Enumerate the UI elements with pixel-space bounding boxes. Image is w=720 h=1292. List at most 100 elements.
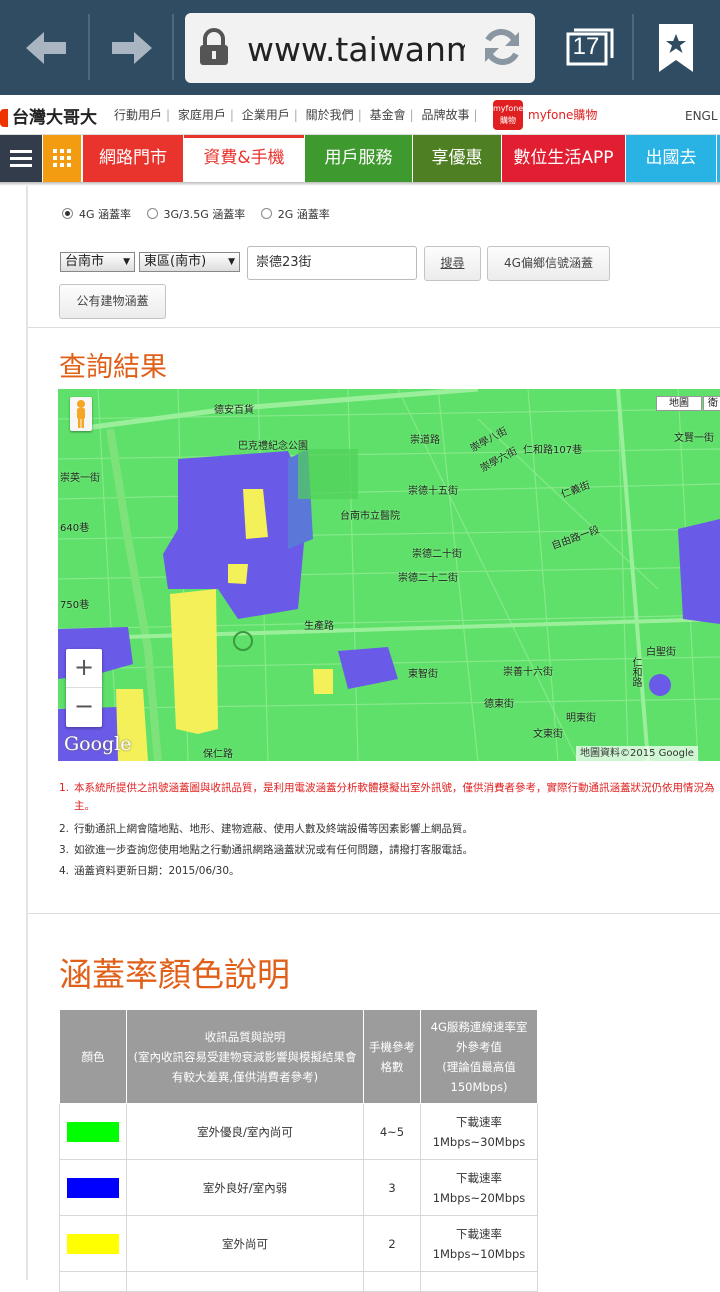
note-item: 1. 本系統所提供之訊號涵蓋圖與收訊品質，是利用電波涵蓋分析軟體模擬出室外訊號，僅… bbox=[59, 782, 715, 812]
forward-arrow-icon[interactable] bbox=[104, 20, 164, 76]
map-label: 仁和路 bbox=[630, 657, 641, 687]
tab-count: 17 bbox=[572, 33, 600, 60]
note-text: 本系統所提供之訊號涵蓋圖與收訊品質，是利用電波涵蓋分析軟體模擬出室外訊號，僅供消… bbox=[74, 782, 715, 812]
bookmark-icon[interactable] bbox=[655, 22, 697, 74]
language-link[interactable]: ENGL bbox=[685, 109, 718, 123]
map-label: 德東街 bbox=[484, 699, 514, 710]
top-link[interactable]: 家庭用戶 bbox=[178, 108, 226, 122]
map-label: 德安百貨 bbox=[214, 405, 254, 416]
address-bar[interactable]: www.taiwanmobile.com bbox=[185, 13, 535, 83]
map-label: 生產路 bbox=[304, 621, 334, 632]
rural-4g-button[interactable]: 4G偏鄉信號涵蓋 bbox=[487, 246, 610, 281]
speed-cell: 下載速率 1Mbps~10Mbps bbox=[420, 1215, 538, 1272]
district-value: 東區(南市) bbox=[144, 254, 207, 269]
note-item: 3. 如欲進一步查詢您使用地點之行動通訊網路涵蓋狀況或有任何問題，請撥打客服電話。 bbox=[59, 844, 473, 856]
map-credit[interactable]: 地圖資料©2015 Google bbox=[576, 746, 698, 761]
toolbar-divider bbox=[88, 14, 90, 80]
myfone-link[interactable]: myfone購物 bbox=[528, 106, 597, 123]
map-label: 崇英一街 bbox=[60, 473, 100, 484]
site-header: 台灣大哥大 行動用戶 | 家庭用戶 | 企業用戶 | 關於我們 | 基金會 | 品牌故事 | bbox=[0, 95, 720, 135]
nav-digital-app[interactable]: 數位生活APP bbox=[502, 135, 625, 182]
note-text: 涵蓋資料更新日期：2015/06/30。 bbox=[74, 865, 240, 877]
map-label: 文賢一街 bbox=[674, 433, 714, 444]
content-border bbox=[26, 186, 28, 1280]
top-link[interactable]: 品牌故事 bbox=[421, 108, 469, 122]
color-swatch bbox=[67, 1177, 119, 1198]
zoom-out-button[interactable]: − bbox=[66, 688, 102, 727]
note-text: 如欲進一步查詢您使用地點之行動通訊網路涵蓋狀況或有任何問題，請撥打客服電話。 bbox=[74, 844, 473, 856]
brand-logo[interactable]: 台灣大哥大 bbox=[0, 103, 97, 128]
top-link[interactable]: 關於我們 bbox=[306, 108, 354, 122]
radio-2g-label: 2G 涵蓋率 bbox=[277, 208, 330, 221]
street-input[interactable]: 崇德23街 bbox=[247, 246, 417, 280]
nav-plans-phones[interactable]: 資費&手機 bbox=[184, 135, 304, 182]
map-type-map-button[interactable]: 地圖 bbox=[656, 396, 702, 411]
google-logo[interactable]: Google bbox=[64, 733, 132, 755]
tabs-button[interactable]: 17 bbox=[560, 20, 620, 76]
top-link[interactable]: 基金會 bbox=[370, 108, 406, 122]
divider bbox=[28, 327, 720, 328]
radio-4g-label: 4G 涵蓋率 bbox=[79, 208, 132, 221]
note-text: 行動通訊上網會隨地點、地形、建物遮蔽、使用人數及終端設備等因素影響上網品質。 bbox=[74, 823, 473, 835]
column-header: 4G服務連線速率室外參考值 (理論值最高值150Mbps) bbox=[420, 1009, 538, 1104]
color-swatch bbox=[67, 1121, 119, 1142]
map-canvas bbox=[58, 389, 720, 761]
map-label: 仁和路107巷 bbox=[523, 445, 583, 456]
table-row bbox=[59, 1271, 538, 1292]
note-item: 2. 行動通訊上網會隨地點、地形、建物遮蔽、使用人數及終端設備等因素影響上網品質。 bbox=[59, 823, 473, 835]
radio-3g[interactable] bbox=[146, 208, 158, 219]
coverage-options: 4G 涵蓋率 3G/3.5G 涵蓋率 2G 涵蓋率 bbox=[62, 206, 342, 222]
color-legend-title: 涵蓋率顏色說明 bbox=[59, 955, 290, 994]
search-button[interactable]: 搜尋 bbox=[424, 246, 481, 281]
coverage-map[interactable]: 地圖 衛 德安百貨 巴克禮紀念公園 崇道路 崇學八街 崇學六街 仁和路107巷 … bbox=[58, 389, 720, 761]
quality-cell: 室外良好/室內弱 bbox=[126, 1159, 364, 1216]
radio-4g[interactable] bbox=[62, 208, 73, 219]
bars-cell: 2 bbox=[363, 1215, 421, 1272]
nav-user-service[interactable]: 用戶服務 bbox=[305, 135, 412, 182]
map-label: 文東街 bbox=[533, 729, 563, 740]
color-swatch bbox=[67, 1233, 119, 1254]
toolbar-divider bbox=[172, 14, 174, 80]
city-value: 台南市 bbox=[65, 254, 105, 269]
refresh-icon[interactable] bbox=[479, 24, 525, 70]
map-label: 崇道路 bbox=[410, 435, 440, 446]
radio-3g-label: 3G/3.5G 涵蓋率 bbox=[163, 208, 246, 221]
toolbar-divider bbox=[632, 14, 634, 80]
zoom-in-button[interactable]: + bbox=[66, 649, 102, 688]
top-link[interactable]: 行動用戶 bbox=[114, 108, 162, 122]
result-title: 查詢結果 bbox=[59, 352, 167, 383]
city-select[interactable]: 台南市 ▼ bbox=[60, 252, 135, 272]
top-links: 行動用戶 | 家庭用戶 | 企業用戶 | 關於我們 | 基金會 | 品牌故事 | bbox=[114, 108, 478, 122]
bars-cell: 4~5 bbox=[363, 1103, 421, 1160]
map-label: 白聖街 bbox=[646, 647, 676, 658]
street-view-pegman-icon[interactable] bbox=[70, 397, 92, 431]
nav-offers[interactable]: 享優惠 bbox=[413, 135, 501, 182]
nav-online-store[interactable]: 網路門市 bbox=[83, 135, 183, 182]
grid-button[interactable] bbox=[43, 135, 81, 182]
radio-2g[interactable] bbox=[260, 208, 272, 219]
speed-value: 1Mbps~30Mbps bbox=[432, 1134, 526, 1149]
speed-value: 1Mbps~10Mbps bbox=[432, 1246, 526, 1261]
district-select[interactable]: 東區(南市) ▼ bbox=[139, 252, 240, 272]
back-arrow-icon[interactable] bbox=[14, 20, 74, 76]
logo-mark-icon bbox=[0, 109, 8, 127]
map-label: 崇德二十二街 bbox=[398, 573, 458, 584]
top-link[interactable]: 企業用戶 bbox=[242, 108, 290, 122]
map-type-satellite-button[interactable]: 衛 bbox=[703, 396, 720, 411]
color-cell bbox=[59, 1215, 127, 1272]
public-building-button[interactable]: 公有建物涵蓋 bbox=[59, 284, 166, 319]
nav-travel[interactable]: 出國去 bbox=[626, 135, 716, 182]
table-row: 室外尚可 2 下載速率 1Mbps~10Mbps bbox=[59, 1215, 538, 1272]
table-row: 室外優良/室內尚可 4~5 下載速率 1Mbps~30Mbps bbox=[59, 1103, 538, 1160]
color-cell bbox=[59, 1159, 127, 1216]
main-nav: 網路門市 資費&手機 用戶服務 享優惠 數位生活APP 出國去 bbox=[0, 135, 720, 182]
dropdown-arrow-icon: ▼ bbox=[123, 257, 130, 267]
map-label: 台南市立醫院 bbox=[340, 511, 400, 522]
bars-cell: 3 bbox=[363, 1159, 421, 1216]
map-label: 保仁路 bbox=[203, 749, 233, 760]
quality-cell: 室外優良/室內尚可 bbox=[126, 1103, 364, 1160]
menu-button[interactable] bbox=[0, 135, 42, 182]
speed-value: 1Mbps~20Mbps bbox=[432, 1190, 526, 1205]
url-text[interactable]: www.taiwanmobile.com bbox=[247, 30, 465, 69]
myfone-badge-icon[interactable]: myfone購物 bbox=[493, 100, 523, 130]
